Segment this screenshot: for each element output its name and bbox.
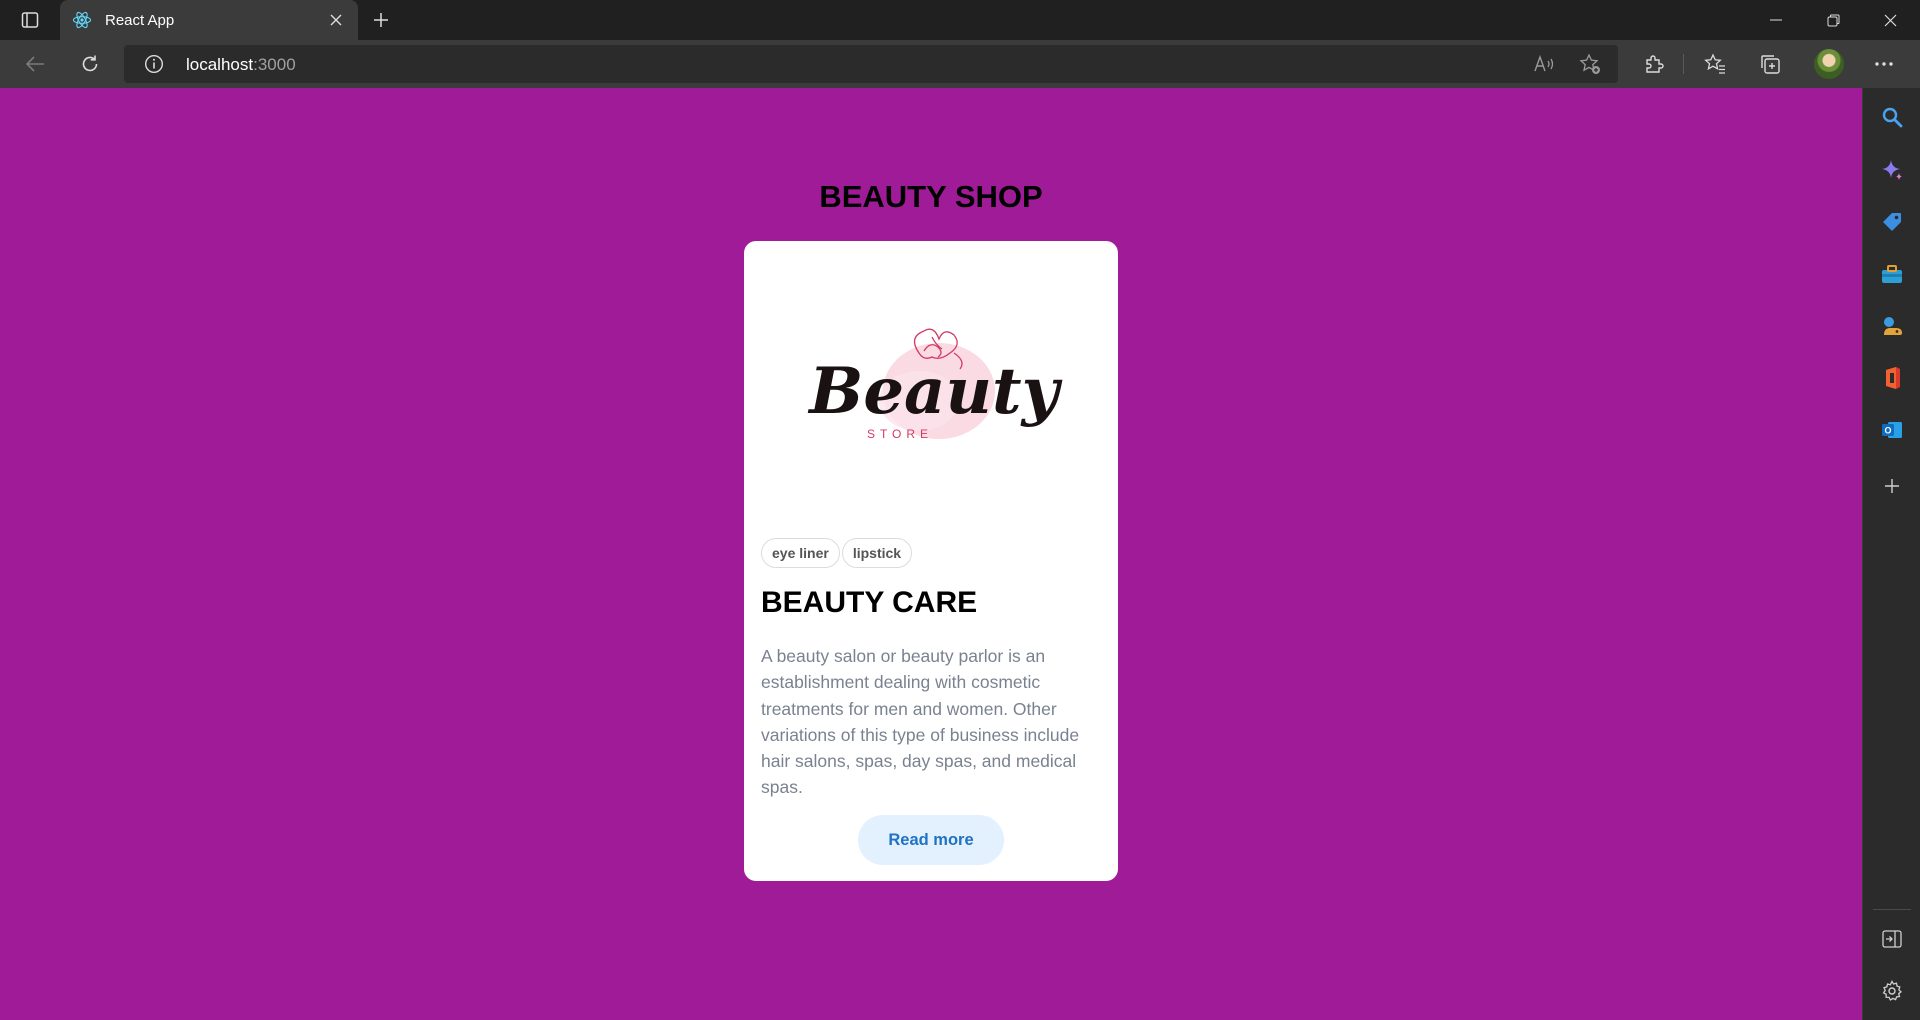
sidebar-toggle-icon[interactable] bbox=[1875, 922, 1909, 956]
search-icon[interactable] bbox=[1875, 100, 1909, 134]
outlook-icon[interactable]: O bbox=[1875, 413, 1909, 447]
tab-actions-icon[interactable] bbox=[14, 9, 46, 31]
tab-title: React App bbox=[105, 11, 175, 29]
shopping-tag-icon[interactable] bbox=[1875, 205, 1909, 239]
extensions-icon[interactable] bbox=[1636, 48, 1672, 80]
minimize-icon[interactable] bbox=[1748, 0, 1804, 40]
logo-script-text: Beauty bbox=[807, 354, 1062, 429]
games-icon[interactable] bbox=[1875, 309, 1909, 343]
beauty-store-logo: Beauty STORE bbox=[804, 301, 1064, 461]
favorites-icon[interactable] bbox=[1697, 48, 1733, 80]
edge-sidebar: O bbox=[1862, 88, 1920, 1020]
tag-eye-liner[interactable]: eye liner bbox=[761, 538, 840, 568]
product-card: Beauty STORE eye liner lipstick BEAUTY C… bbox=[744, 241, 1118, 881]
address-bar[interactable]: localhost:3000 bbox=[124, 45, 1618, 83]
react-icon bbox=[72, 10, 92, 30]
tab-strip: React App bbox=[0, 0, 1920, 40]
back-arrow-icon[interactable] bbox=[17, 48, 53, 80]
url-text[interactable]: localhost:3000 bbox=[186, 55, 296, 75]
svg-text:O: O bbox=[1884, 426, 1891, 436]
favorite-add-icon[interactable] bbox=[1573, 49, 1607, 79]
url-host: localhost bbox=[186, 55, 254, 74]
restore-icon[interactable] bbox=[1805, 0, 1861, 40]
refresh-icon[interactable] bbox=[72, 48, 108, 80]
read-more-button[interactable]: Read more bbox=[858, 815, 1004, 865]
card-description: A beauty salon or beauty parlor is an es… bbox=[761, 646, 1080, 798]
profile-avatar[interactable] bbox=[1814, 49, 1844, 79]
add-icon[interactable] bbox=[1875, 469, 1909, 503]
tag-list: eye liner lipstick bbox=[761, 538, 913, 568]
info-icon[interactable] bbox=[144, 54, 164, 74]
toolbar-divider bbox=[1683, 54, 1684, 74]
page-content: BEAUTY SHOP Beauty STORE eye liner lipst… bbox=[0, 88, 1862, 1020]
office-icon[interactable] bbox=[1875, 361, 1909, 395]
new-tab-button[interactable] bbox=[366, 6, 396, 34]
sidebar-divider bbox=[1873, 909, 1911, 910]
tag-lipstick[interactable]: lipstick bbox=[841, 538, 913, 568]
logo-sub-text: STORE bbox=[867, 427, 933, 441]
close-tab-icon[interactable] bbox=[322, 6, 350, 34]
read-aloud-icon[interactable] bbox=[1528, 49, 1562, 79]
url-port: :3000 bbox=[253, 55, 296, 74]
tools-icon[interactable] bbox=[1875, 257, 1909, 291]
browser-tab[interactable]: React App bbox=[60, 0, 358, 40]
card-title: BEAUTY CARE bbox=[761, 586, 978, 619]
more-icon[interactable] bbox=[1866, 48, 1902, 80]
copilot-icon[interactable] bbox=[1875, 153, 1909, 187]
browser-toolbar: localhost:3000 bbox=[0, 40, 1920, 88]
collections-icon[interactable] bbox=[1752, 48, 1788, 80]
close-window-icon[interactable] bbox=[1862, 0, 1918, 40]
settings-icon[interactable] bbox=[1875, 974, 1909, 1008]
page-title: BEAUTY SHOP bbox=[819, 179, 1043, 214]
